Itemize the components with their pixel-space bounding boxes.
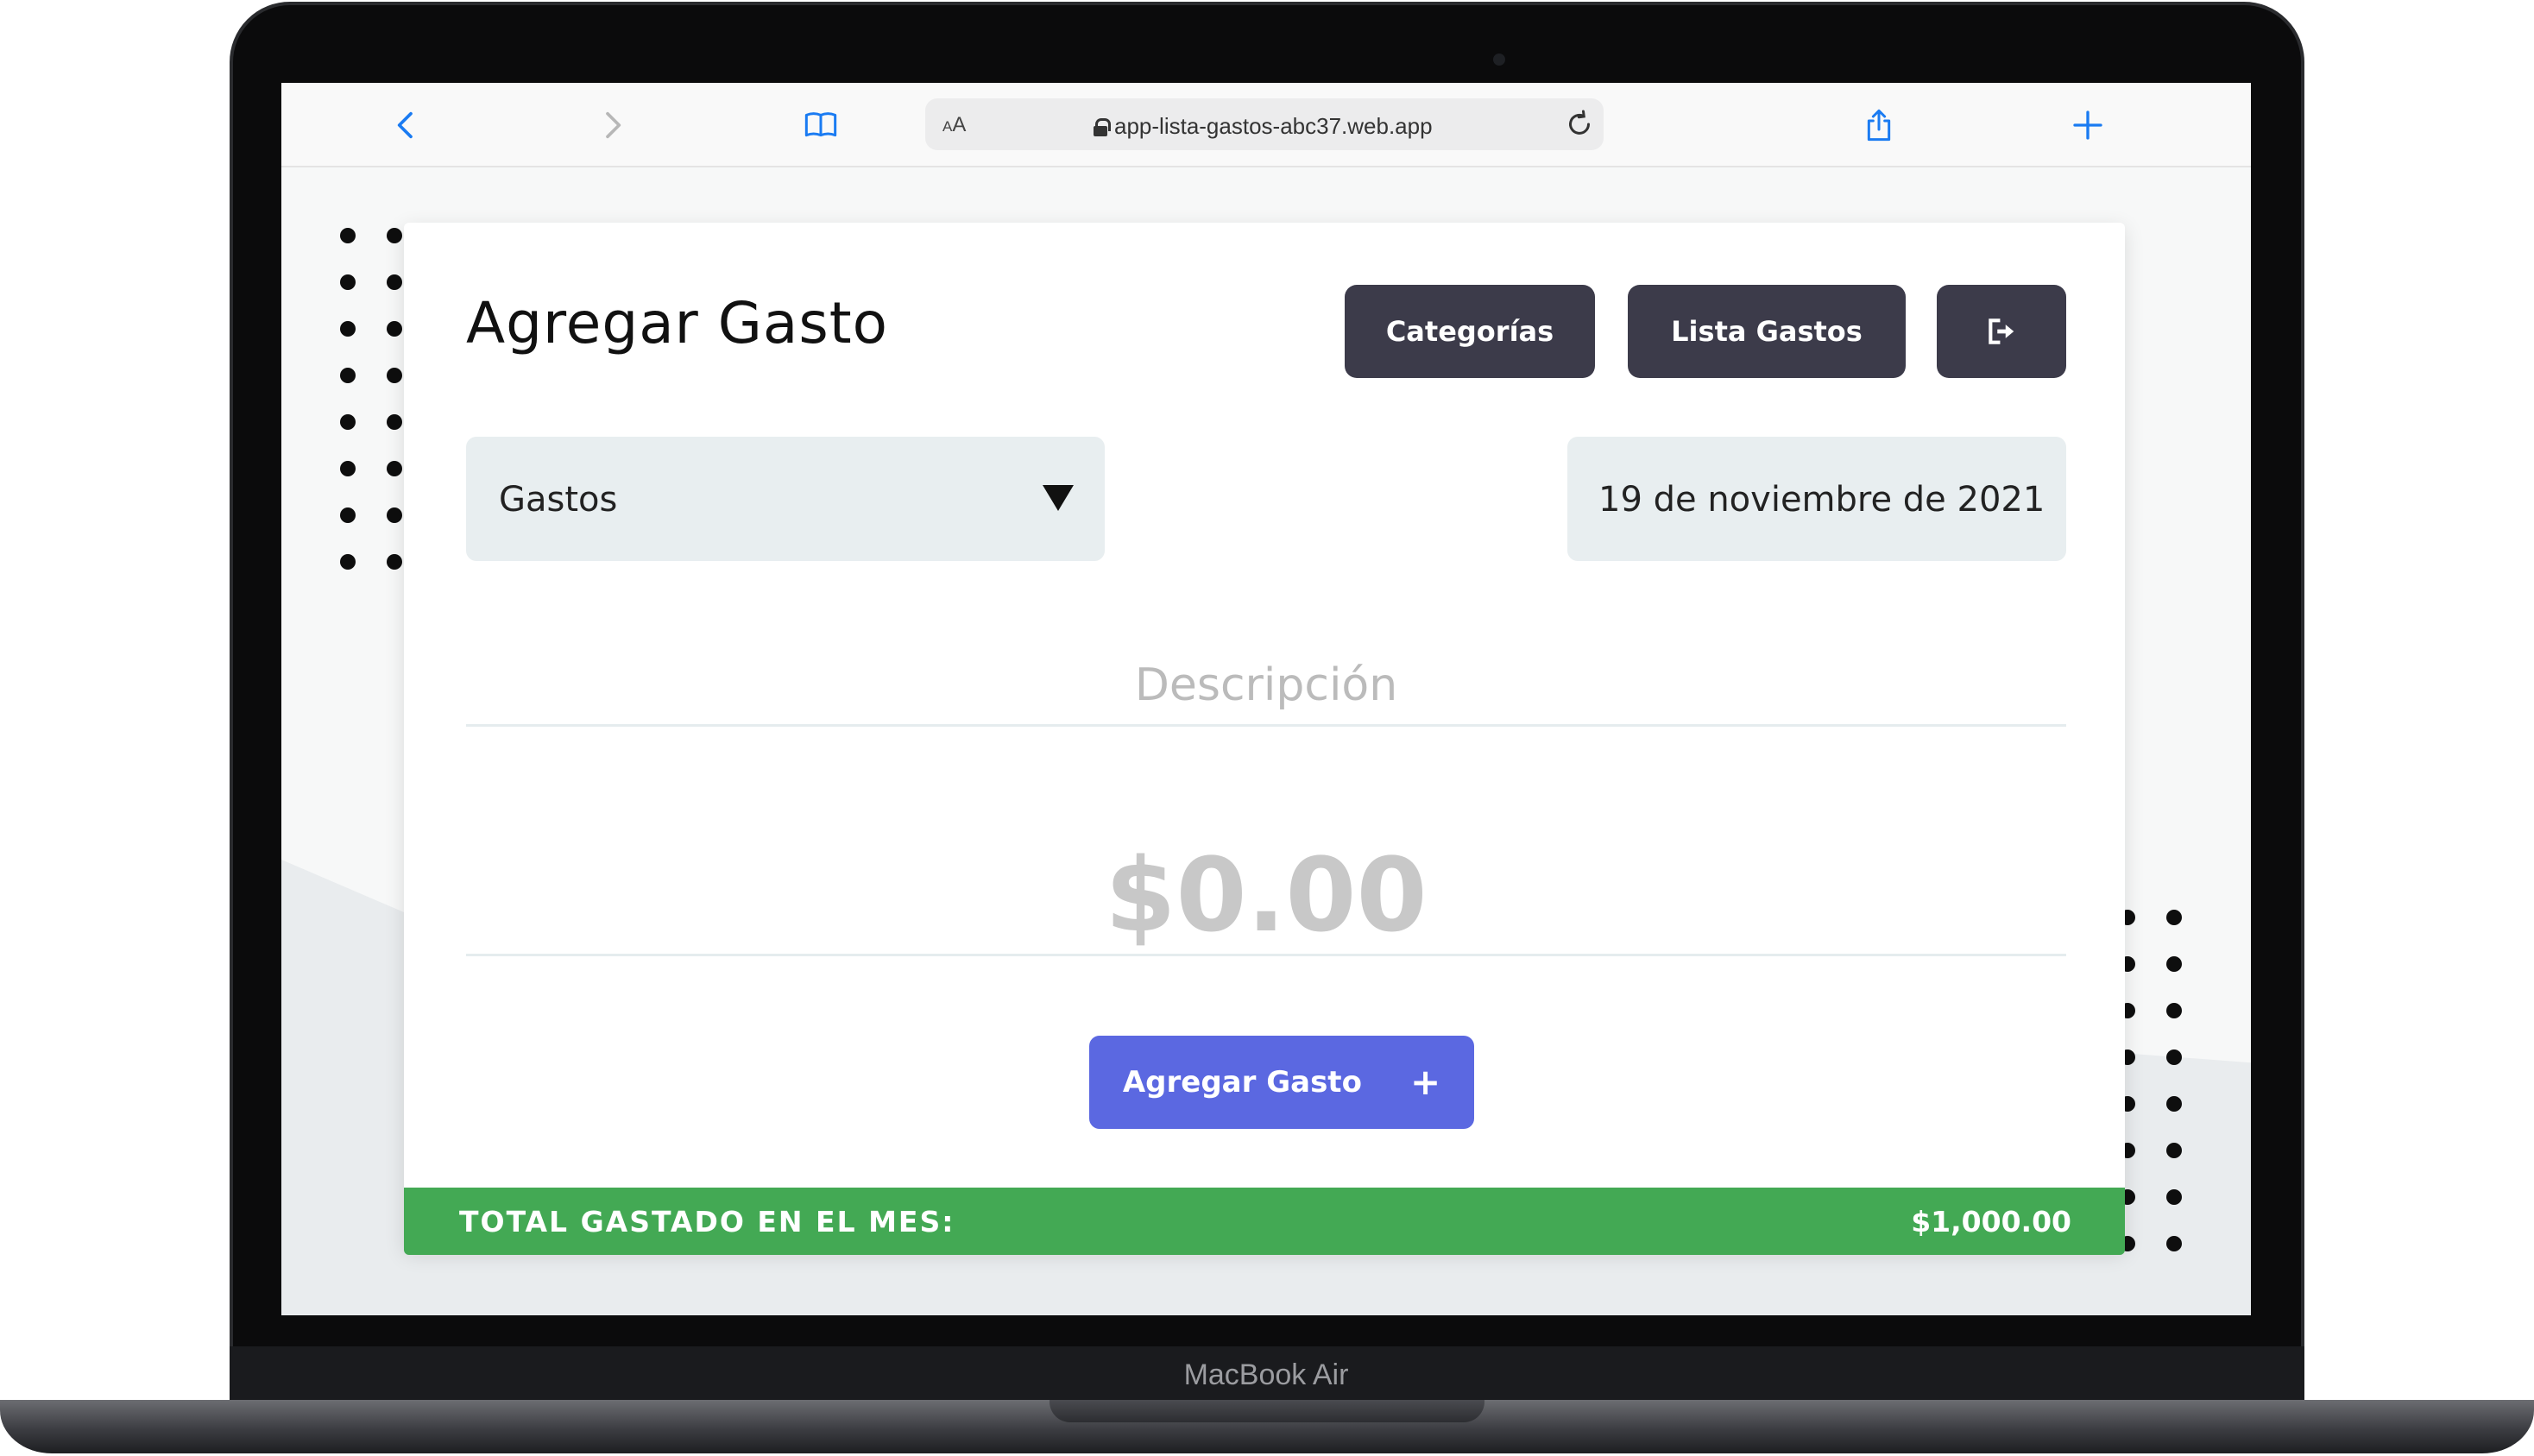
amount-input[interactable]: $0.00 (466, 810, 2066, 956)
camera-icon (1493, 54, 1505, 66)
reload-icon[interactable] (1564, 109, 1595, 140)
category-select-value: Gastos (499, 480, 618, 520)
plus-icon: + (1409, 1061, 1441, 1103)
laptop-frame: MacBook Air AAAA app-lista-gastos-abc37.… (0, 0, 2534, 1456)
browser-toolbar: AAAA app-lista-gastos-abc37.web.app (281, 83, 2251, 167)
description-placeholder: Descripción (1134, 659, 1398, 711)
laptop-notch (1050, 1400, 1484, 1422)
categories-button[interactable]: Categorías (1345, 285, 1595, 378)
description-input[interactable]: Descripción (466, 640, 2066, 727)
screen: AAAA app-lista-gastos-abc37.web.app (281, 83, 2251, 1315)
forward-icon[interactable] (590, 104, 634, 147)
page-title: Agregar Gasto (466, 290, 889, 356)
total-value: $1,000.00 (1911, 1205, 2071, 1239)
expense-list-button[interactable]: Lista Gastos (1628, 285, 1906, 378)
category-select[interactable]: Gastos (466, 437, 1105, 561)
lock-icon (1094, 117, 1111, 136)
monthly-total-bar: TOTAL GASTADO EN EL MES: $1,000.00 (404, 1188, 2125, 1255)
total-label: TOTAL GASTADO EN EL MES: (459, 1205, 955, 1239)
url-text: app-lista-gastos-abc37.web.app (1114, 113, 1433, 139)
caret-down-icon (1043, 485, 1074, 511)
reader-mode-icon[interactable]: AAAA (942, 113, 966, 137)
share-icon[interactable] (1857, 104, 1900, 147)
dots-decoration-right (2120, 910, 2182, 1251)
url-display: app-lista-gastos-abc37.web.app (1094, 113, 1433, 140)
address-bar[interactable]: AAAA app-lista-gastos-abc37.web.app (925, 98, 1604, 150)
bookmarks-icon[interactable] (799, 104, 842, 147)
expense-card: Agregar Gasto Categorías Lista Gastos Ga… (404, 223, 2125, 1255)
dots-decoration-left (340, 228, 402, 570)
add-expense-button[interactable]: Agregar Gasto + (1089, 1036, 1474, 1129)
add-expense-label: Agregar Gasto (1122, 1065, 1362, 1100)
logout-button[interactable] (1937, 285, 2066, 378)
model-label: MacBook Air (1183, 1358, 1349, 1391)
new-tab-icon[interactable] (2066, 104, 2109, 147)
back-icon[interactable] (385, 104, 428, 147)
logout-icon (1989, 318, 2014, 344)
amount-placeholder: $0.00 (1105, 835, 1428, 955)
date-picker[interactable]: 19 de noviembre de 2021 (1567, 437, 2066, 561)
date-value: 19 de noviembre de 2021 (1598, 480, 2045, 520)
